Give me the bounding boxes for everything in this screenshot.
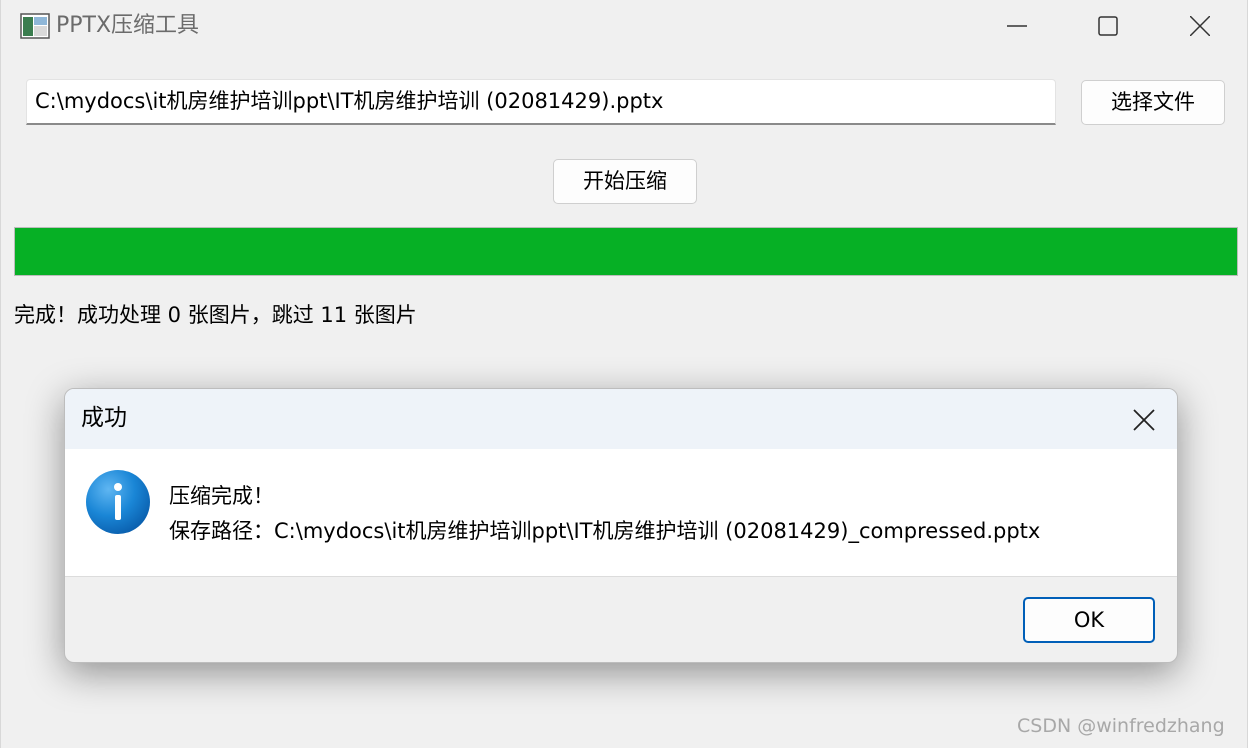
watermark-text: CSDN @winfredzhang <box>1017 715 1225 737</box>
app-icon <box>20 13 50 39</box>
maximize-button[interactable] <box>1062 0 1154 52</box>
minimize-button[interactable] <box>971 0 1063 52</box>
dialog-body: 压缩完成！ 保存路径：C:\mydocs\it机房维护培训ppt\IT机房维护培… <box>65 449 1177 577</box>
dialog-title: 成功 <box>81 405 127 431</box>
ok-button[interactable]: OK <box>1023 597 1155 643</box>
file-path-input[interactable]: C:\mydocs\it机房维护培训ppt\IT机房维护培训 (02081429… <box>26 79 1056 125</box>
dialog-message-line2: 保存路径：C:\mydocs\it机房维护培训ppt\IT机房维护培训 (020… <box>169 519 1041 543</box>
dialog-title-bar[interactable]: 成功 <box>65 389 1177 449</box>
dialog-close-button[interactable] <box>1123 399 1165 441</box>
close-window-button[interactable] <box>1154 0 1246 52</box>
close-icon <box>1190 16 1210 36</box>
dialog-message-line1: 压缩完成！ <box>169 484 274 508</box>
success-dialog: 成功 压缩完成！ 保存路径：C:\mydocs\it机房维护培训ppt\IT机房… <box>64 388 1178 663</box>
info-icon <box>86 470 150 534</box>
maximize-icon <box>1098 16 1118 36</box>
choose-file-button[interactable]: 选择文件 <box>1081 80 1225 125</box>
status-text: 完成！成功处理 0 张图片，跳过 11 张图片 <box>14 303 417 327</box>
progress-bar-fill <box>15 228 1237 275</box>
title-bar[interactable]: PPTX压缩工具 <box>1 0 1247 52</box>
minimize-icon <box>1007 25 1027 27</box>
progress-bar <box>14 227 1238 276</box>
close-icon <box>1133 409 1155 431</box>
start-compress-button[interactable]: 开始压缩 <box>553 159 697 204</box>
window-title: PPTX压缩工具 <box>56 13 200 38</box>
